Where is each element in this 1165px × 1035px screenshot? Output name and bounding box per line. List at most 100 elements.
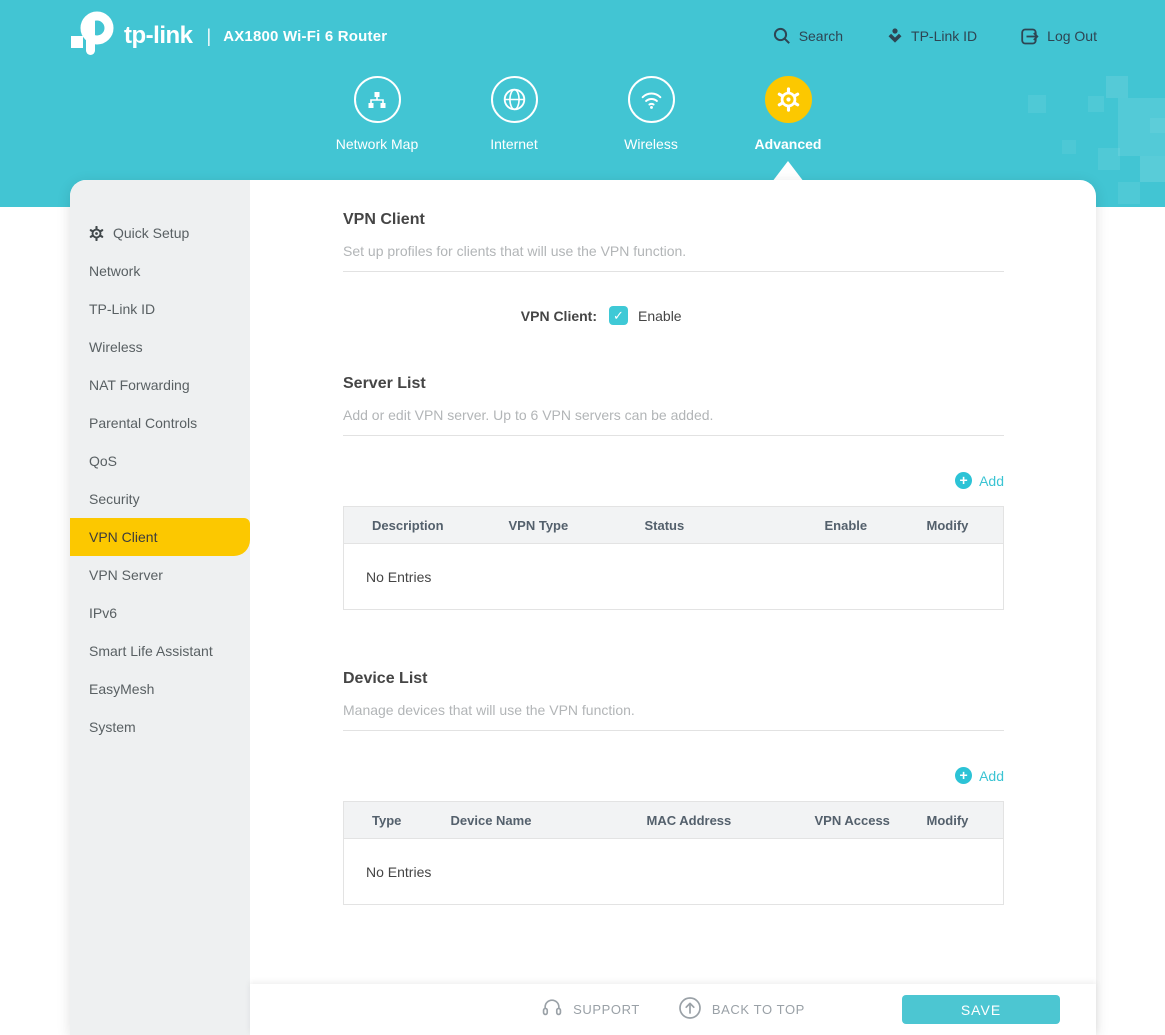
sidebar-item-vpn-server[interactable]: VPN Server [70,556,250,594]
internet-globe-icon [491,76,538,123]
tplink-id-icon [887,28,903,44]
plus-icon: + [955,767,972,784]
sidebar-item-security[interactable]: Security [70,480,250,518]
decor-square [1118,182,1140,204]
back-to-top-button[interactable]: BACK TO TOP [678,996,805,1023]
gear-icon [765,76,812,123]
active-tab-pointer [772,161,804,182]
sidebar-item-label: Parental Controls [89,415,197,431]
column-header: Device Name [423,802,619,839]
main-navigation: Network Map Internet Wireless [0,76,1165,152]
arrow-up-circle-icon [678,996,702,1023]
device-list-title: Device List [343,670,1004,688]
server-list-title: Server List [343,375,1004,393]
device-list-empty-text: No Entries [344,839,1004,905]
save-button[interactable]: SAVE [902,995,1060,1024]
tplink-id-label: TP-Link ID [911,28,977,44]
support-label: SUPPORT [573,1002,640,1017]
sidebar-item-parental-controls[interactable]: Parental Controls [70,404,250,442]
sidebar-item-qos[interactable]: QoS [70,442,250,480]
sidebar-item-easymesh[interactable]: EasyMesh [70,670,250,708]
brand: tp-link | AX1800 Wi-Fi 6 Router [68,11,387,62]
sidebar-item-label: TP-Link ID [89,301,155,317]
sidebar-item-wireless[interactable]: Wireless [70,328,250,366]
column-header: MAC Address [619,802,787,839]
sidebar-item-label: Quick Setup [113,225,189,241]
vpn-client-field-label: VPN Client: [343,308,597,324]
nav-label: Wireless [624,136,678,152]
vpn-client-subtitle: Set up profiles for clients that will us… [343,243,1004,272]
enable-checkbox-label: Enable [638,308,682,324]
device-add-button[interactable]: + Add [343,767,1004,784]
sidebar-item-tplink-id[interactable]: TP-Link ID [70,290,250,328]
sidebar-item-system[interactable]: System [70,708,250,746]
sidebar-item-label: EasyMesh [89,681,154,697]
server-list-empty-text: No Entries [344,544,1004,610]
sidebar-item-ipv6[interactable]: IPv6 [70,594,250,632]
logout-button[interactable]: Log Out [1021,28,1097,45]
top-bar: tp-link | AX1800 Wi-Fi 6 Router Search T… [0,0,1165,72]
brand-separator: | [207,26,212,47]
top-bar-actions: Search TP-Link ID Log Out [773,27,1097,45]
table-row: No Entries [344,839,1004,905]
router-model-title: AX1800 Wi-Fi 6 Router [223,28,387,45]
sidebar-item-label: VPN Server [89,567,163,583]
search-icon [773,27,791,45]
headset-icon [541,997,563,1022]
nav-label: Network Map [336,136,418,152]
sidebar-item-smart-life-assistant[interactable]: Smart Life Assistant [70,632,250,670]
column-header: Modify [899,802,1004,839]
nav-label: Advanced [755,136,822,152]
sidebar-item-label: Network [89,263,140,279]
column-header: Enable [797,507,899,544]
sidebar-item-vpn-client[interactable]: VPN Client [70,518,250,556]
support-button[interactable]: SUPPORT [541,997,640,1022]
sidebar-item-nat-forwarding[interactable]: NAT Forwarding [70,366,250,404]
search-button[interactable]: Search [773,27,843,45]
sidebar-item-label: Smart Life Assistant [89,643,213,659]
column-header: VPN Type [481,507,617,544]
column-header: Modify [899,507,1004,544]
footer-bar: SUPPORT BACK TO TOP SAVE [250,984,1096,1035]
decor-square [1140,156,1165,182]
search-label: Search [799,28,843,44]
tplink-id-button[interactable]: TP-Link ID [887,28,977,44]
table-row: No Entries [344,544,1004,610]
nav-item-advanced[interactable]: Advanced [737,76,839,152]
sidebar-item-label: VPN Client [89,529,157,545]
column-header: Status [617,507,797,544]
nav-item-internet[interactable]: Internet [463,76,565,152]
tplink-logo-icon [68,11,114,62]
logout-label: Log Out [1047,28,1097,44]
main-panel: Quick Setup Network TP-Link ID Wireless … [70,180,1096,1035]
vpn-client-enable-row: VPN Client: ✓ Enable [343,306,1004,325]
add-label: Add [979,768,1004,784]
nav-item-network-map[interactable]: Network Map [326,76,428,152]
device-list-subtitle: Manage devices that will use the VPN fun… [343,702,1004,731]
sidebar-item-label: NAT Forwarding [89,377,190,393]
server-list-subtitle: Add or edit VPN server. Up to 6 VPN serv… [343,407,1004,436]
add-label: Add [979,473,1004,489]
wifi-icon [628,76,675,123]
nav-label: Internet [490,136,537,152]
sidebar: Quick Setup Network TP-Link ID Wireless … [70,180,250,1035]
server-table-header-row: Description VPN Type Status Enable Modif… [344,507,1004,544]
sidebar-item-label: QoS [89,453,117,469]
sidebar-item-network[interactable]: Network [70,252,250,290]
column-header: VPN Access [787,802,899,839]
plus-icon: + [955,472,972,489]
nav-item-wireless[interactable]: Wireless [600,76,702,152]
vpn-client-title: VPN Client [343,211,1004,229]
column-header: Description [344,507,481,544]
sidebar-item-label: IPv6 [89,605,117,621]
brand-name: tp-link [124,22,193,50]
gear-icon [89,226,104,241]
sidebar-item-quick-setup[interactable]: Quick Setup [70,214,250,252]
server-list-table: Description VPN Type Status Enable Modif… [343,506,1004,610]
network-map-icon [354,76,401,123]
column-header: Type [344,802,423,839]
vpn-client-enable-checkbox[interactable]: ✓ [609,306,628,325]
device-list-table: Type Device Name MAC Address VPN Access … [343,801,1004,905]
back-to-top-label: BACK TO TOP [712,1002,805,1017]
server-add-button[interactable]: + Add [343,472,1004,489]
